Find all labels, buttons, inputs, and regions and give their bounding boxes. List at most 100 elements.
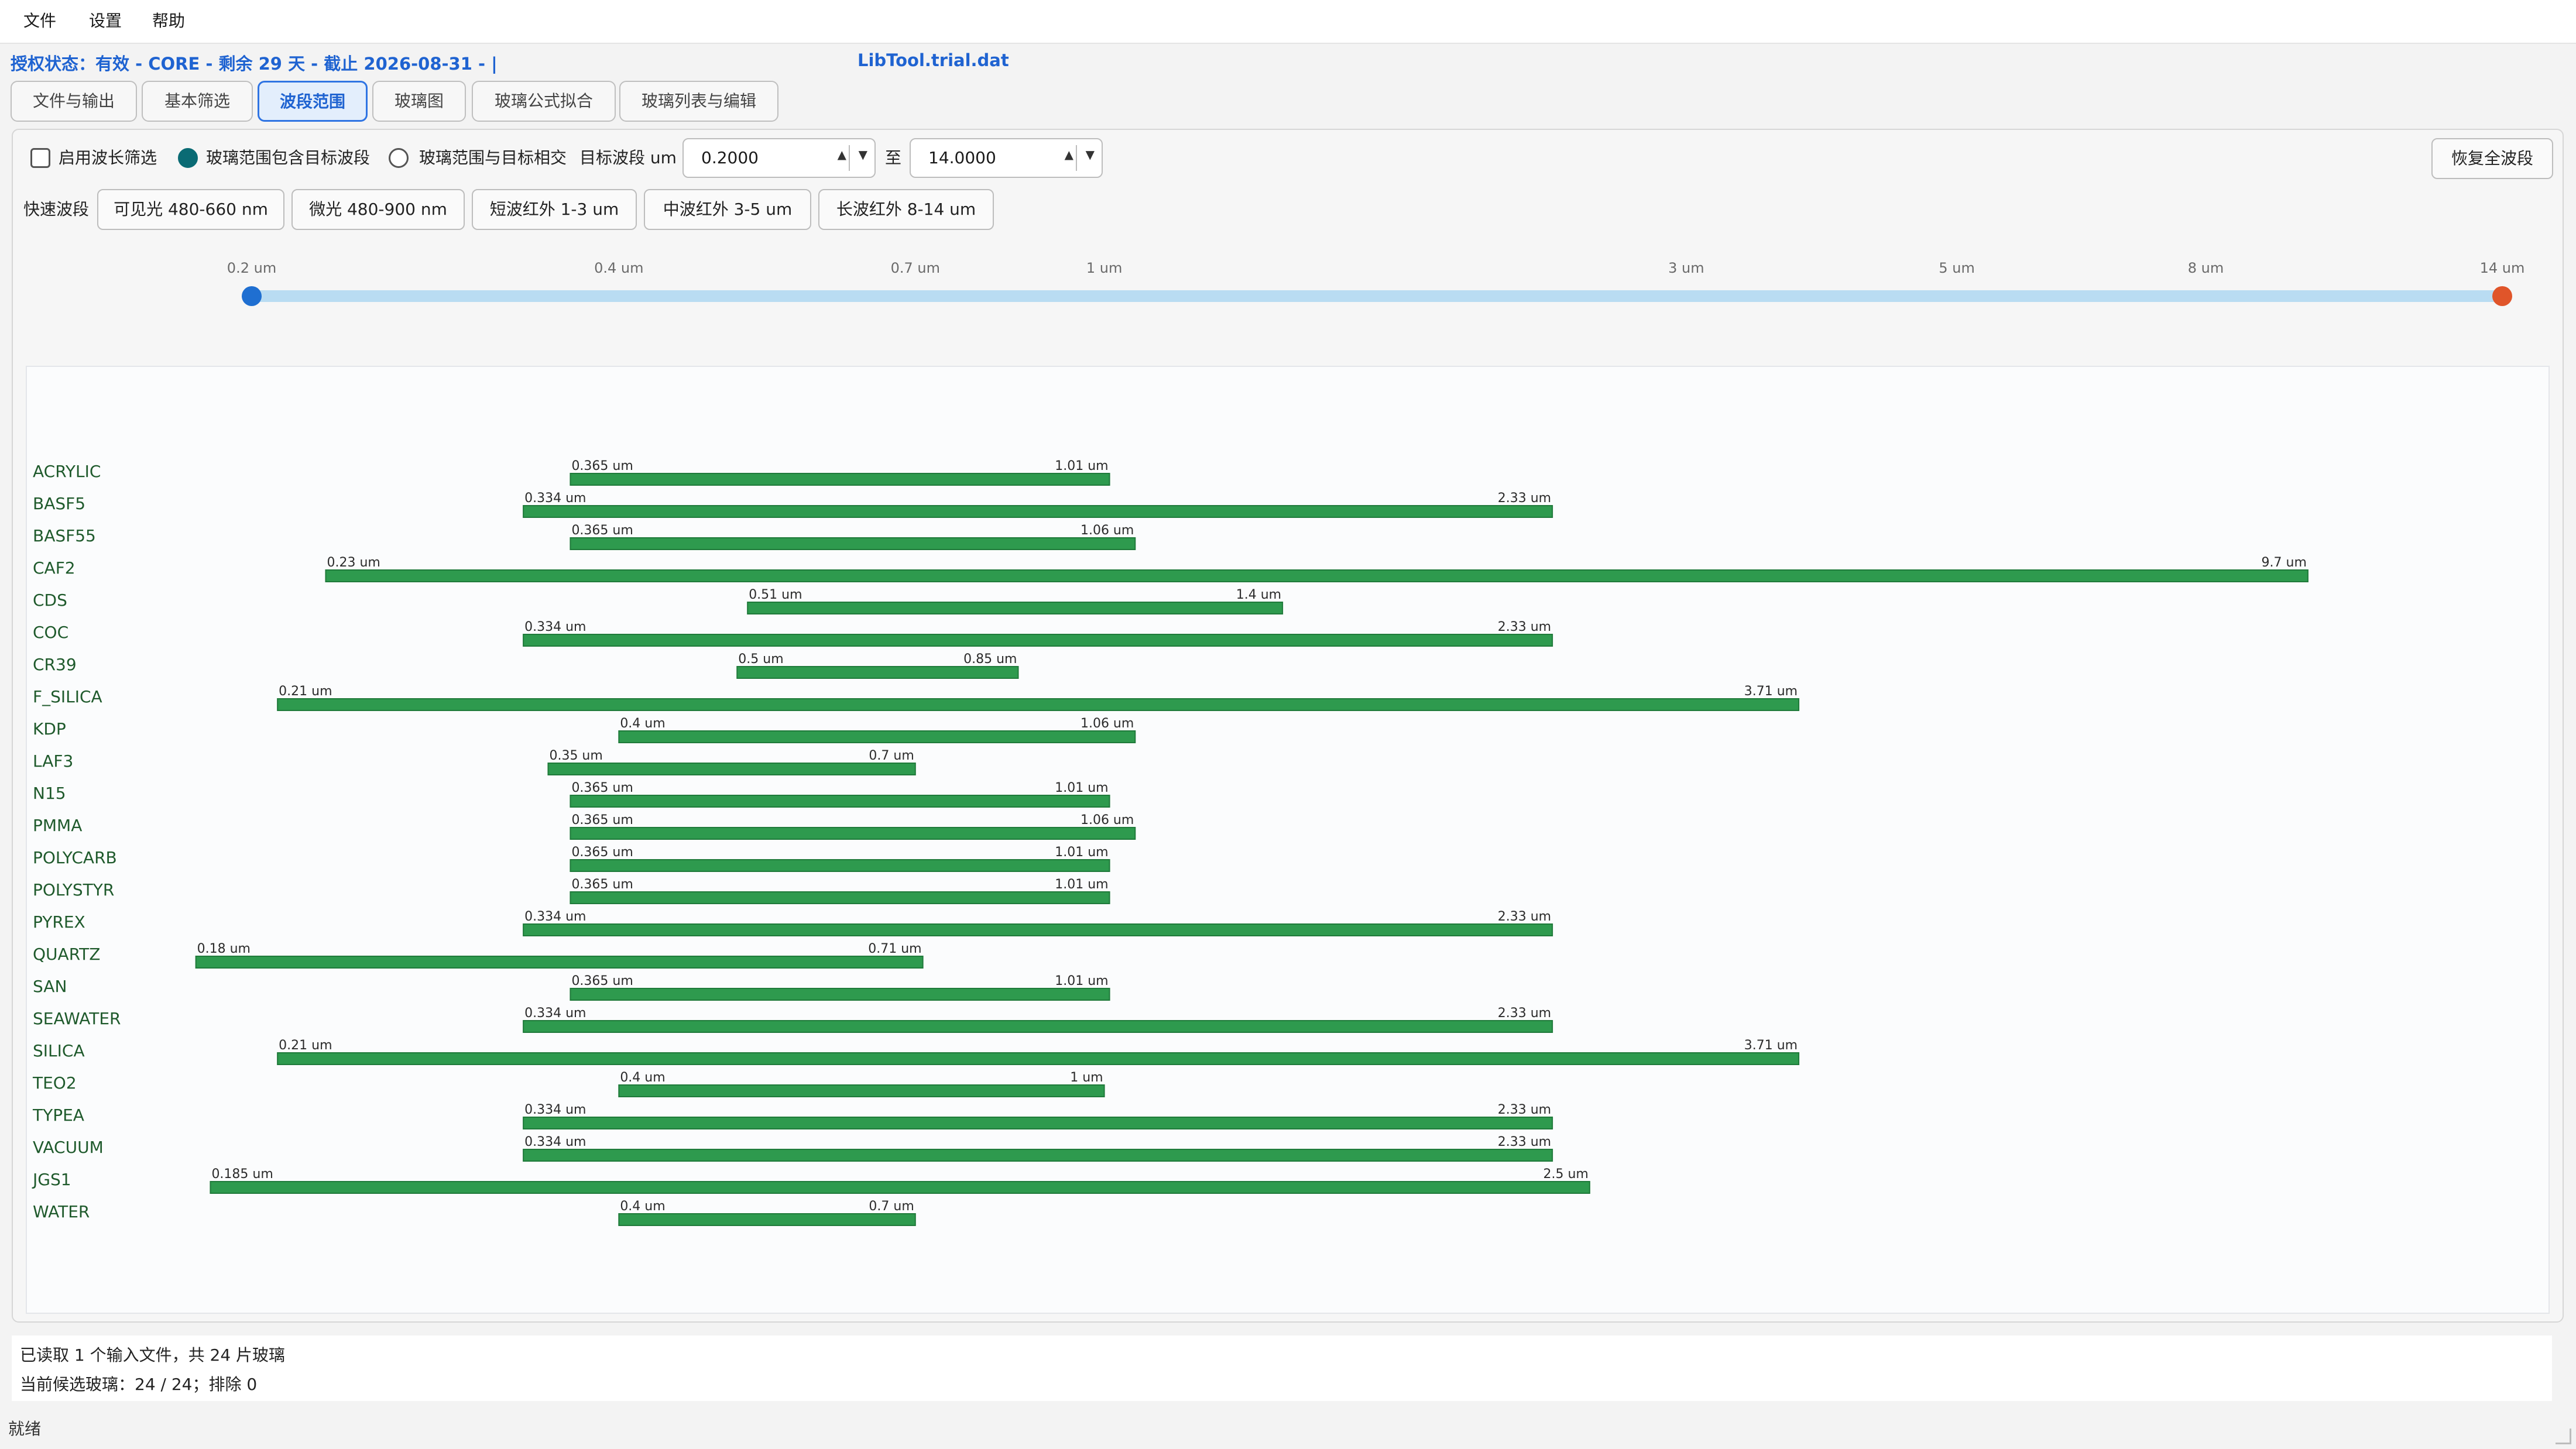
range-min-label: 0.4 um — [620, 1070, 665, 1085]
glass-range-bar — [523, 505, 1553, 518]
glass-range-bar — [325, 569, 2309, 582]
range-max-label: 1.06 um — [1081, 813, 1134, 827]
glass-name-label: CR39 — [33, 655, 77, 674]
menu-settings[interactable]: 设置 — [82, 8, 129, 34]
glass-range-bar — [570, 827, 1136, 840]
min-wavelength-value: 0.2000 — [701, 148, 759, 167]
glass-range-bar — [570, 891, 1110, 904]
range-min-label: 0.365 um — [571, 459, 633, 473]
range-min-label: 0.334 um — [524, 491, 586, 506]
glass-range-bar — [277, 698, 1800, 711]
range-min-label: 0.23 um — [327, 555, 380, 570]
quick-band-swir-button[interactable]: 短波红外 1-3 um — [472, 189, 637, 230]
tab-glass-list-edit[interactable]: 玻璃列表与编辑 — [619, 81, 778, 122]
spin-down-icon[interactable]: ▼ — [859, 147, 867, 162]
glass-name-label: ACRYLIC — [33, 462, 101, 481]
glass-name-label: QUARTZ — [33, 945, 100, 964]
menu-help[interactable]: 帮助 — [145, 8, 192, 34]
enable-filter-checkbox[interactable] — [30, 148, 50, 168]
range-max-label: 1.01 um — [1055, 877, 1108, 892]
band-range-chart: ACRYLIC 0.365 um 1.01 um BASF5 0.334 um 2.33 … — [26, 366, 2550, 1314]
spin-up-icon[interactable]: ▲ — [1065, 147, 1073, 162]
range-min-label: 0.334 um — [524, 1103, 586, 1117]
quick-band-mwir-button[interactable]: 中波红外 3-5 um — [644, 189, 811, 230]
glass-range-bar — [736, 666, 1019, 679]
range-min-label: 0.365 um — [571, 974, 633, 988]
range-min-label: 0.365 um — [571, 523, 633, 538]
resize-grip-icon[interactable] — [2556, 1429, 2571, 1444]
slider-low-handle[interactable] — [242, 286, 262, 306]
range-min-label: 0.5 um — [738, 652, 783, 667]
tab-glass-formula-fit[interactable]: 玻璃公式拟合 — [472, 81, 616, 122]
glass-range-bar — [547, 763, 916, 775]
range-max-label: 2.33 um — [1498, 1006, 1551, 1021]
band-range-chart-svg: ACRYLIC 0.365 um 1.01 um BASF5 0.334 um 2.33 … — [32, 459, 2309, 1226]
glass-name-label: TYPEA — [32, 1105, 84, 1125]
glass-range-bar — [618, 1213, 916, 1226]
glass-range-bar — [570, 988, 1110, 1001]
range-max-label: 0.7 um — [869, 748, 914, 763]
spin-divider — [849, 145, 850, 171]
max-wavelength-value: 14.0000 — [928, 148, 996, 167]
spin-divider — [1076, 145, 1077, 171]
glass-range-bar — [523, 1149, 1553, 1162]
glass-name-label: BASF55 — [33, 526, 96, 545]
tab-glass-map[interactable]: 玻璃图 — [372, 81, 466, 122]
menu-file[interactable]: 文件 — [16, 8, 63, 34]
glass-range-bar — [570, 473, 1110, 486]
wavelength-range-slider[interactable] — [252, 290, 2502, 302]
glass-name-label: BASF5 — [33, 494, 85, 513]
slider-tick-label: 3 um — [1668, 260, 1704, 276]
target-band-label: 目标波段 um — [579, 148, 677, 167]
mode-contains-radio[interactable] — [178, 148, 198, 168]
tab-file-output[interactable]: 文件与输出 — [11, 81, 137, 122]
spin-up-icon[interactable]: ▲ — [838, 147, 846, 162]
quick-band-label: 快速波段 — [23, 200, 90, 219]
quick-band-lwir-button[interactable]: 长波红外 8-14 um — [818, 189, 994, 230]
range-max-label: 3.71 um — [1744, 684, 1798, 699]
range-min-label: 0.4 um — [620, 716, 665, 731]
range-max-label: 1.06 um — [1081, 716, 1134, 731]
glass-name-label: COC — [33, 623, 68, 642]
mode-intersect-radio[interactable] — [389, 148, 409, 168]
glass-name-label: POLYCARB — [33, 848, 117, 867]
min-wavelength-spinbox[interactable]: 0.2000 ▲ ▼ — [682, 138, 876, 178]
range-max-label: 2.5 um — [1543, 1167, 1588, 1182]
range-min-label: 0.18 um — [197, 942, 251, 956]
slider-tick-label: 0.4 um — [594, 260, 644, 276]
quick-band-visible-button[interactable]: 可见光 480-660 nm — [97, 189, 284, 230]
tab-band-range[interactable]: 波段范围 — [258, 81, 368, 122]
glass-range-bar — [618, 730, 1136, 743]
tab-basic-filter[interactable]: 基本筛选 — [142, 81, 253, 122]
reset-full-band-button[interactable]: 恢复全波段 — [2431, 138, 2553, 179]
range-max-label: 2.33 um — [1498, 620, 1551, 634]
slider-tick-label: 14 um — [2479, 260, 2525, 276]
glass-name-label: POLYSTYR — [33, 880, 114, 899]
glass-name-label: WATER — [33, 1202, 90, 1221]
glass-range-bar — [277, 1052, 1800, 1065]
quick-band-lowlight-button[interactable]: 微光 480-900 nm — [291, 189, 465, 230]
range-min-label: 0.21 um — [279, 684, 332, 699]
slider-high-handle[interactable] — [2492, 286, 2512, 306]
file-title: LibTool.trial.dat — [857, 50, 1009, 70]
range-min-label: 0.185 um — [211, 1167, 273, 1182]
mode-contains-label: 玻璃范围包含目标波段 — [206, 148, 371, 167]
slider-tick-label: 8 um — [2187, 260, 2224, 276]
range-min-label: 0.334 um — [524, 1006, 586, 1021]
spin-down-icon[interactable]: ▼ — [1086, 147, 1095, 162]
glass-range-bar — [210, 1181, 1590, 1194]
range-max-label: 2.33 um — [1498, 491, 1551, 506]
range-max-label: 0.71 um — [868, 942, 921, 956]
max-wavelength-spinbox[interactable]: 14.0000 ▲ ▼ — [910, 138, 1103, 178]
glass-range-bar — [570, 537, 1136, 550]
slider-tick-label: 0.2 um — [227, 260, 277, 276]
glass-range-bar — [523, 634, 1553, 647]
range-min-label: 0.365 um — [571, 781, 633, 795]
range-min-label: 0.334 um — [524, 909, 586, 924]
range-max-label: 1.06 um — [1081, 523, 1134, 538]
glass-range-bar — [523, 1020, 1553, 1033]
info-box: 已读取 1 个输入文件，共 24 片玻璃 当前候选玻璃：24 / 24；排除 0 — [12, 1335, 2552, 1401]
glass-name-label: VACUUM — [33, 1138, 104, 1157]
range-max-label: 9.7 um — [2262, 555, 2307, 570]
glass-name-label: JGS1 — [32, 1170, 71, 1189]
